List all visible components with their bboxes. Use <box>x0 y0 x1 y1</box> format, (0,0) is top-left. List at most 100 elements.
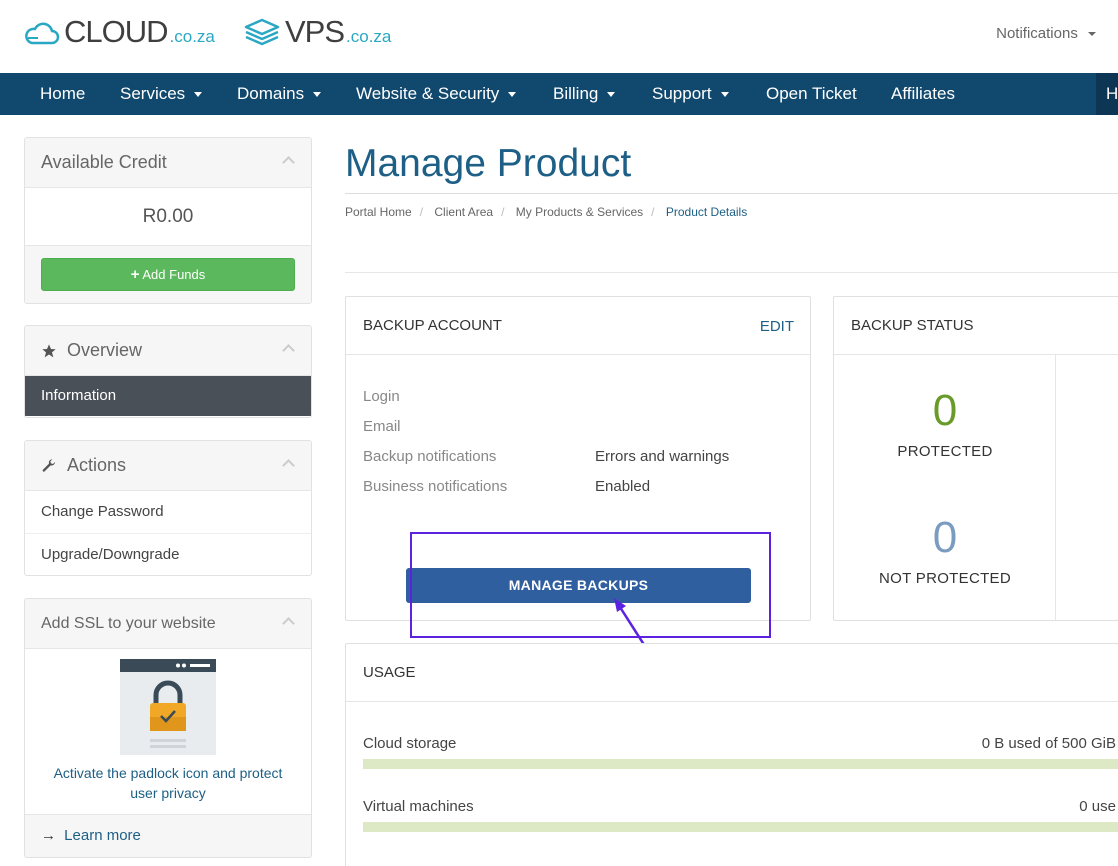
layers-icon <box>244 18 280 46</box>
nav-website-security[interactable]: Website & Security <box>356 73 517 115</box>
credit-panel-footer: + Add Funds <box>25 245 311 303</box>
breadcrumb-portal-home[interactable]: Portal Home <box>345 205 412 219</box>
not-protected-stat: 0 NOT PROTECTED <box>834 513 1056 588</box>
caret-down-icon <box>508 92 517 98</box>
nav-services[interactable]: Services <box>120 73 203 115</box>
ssl-panel-body: Activate the padlock icon and protect us… <box>25 649 311 814</box>
sidebar-item-information[interactable]: Information <box>25 376 311 416</box>
usage-title: USAGE <box>363 664 416 681</box>
cloud-storage-label: Cloud storage <box>363 735 457 752</box>
nav-home-label: Home <box>40 84 86 103</box>
credit-panel: Available Credit R0.00 + Add Funds <box>24 137 312 304</box>
actions-panel-header[interactable]: Actions <box>25 441 311 491</box>
notifications-dropdown[interactable]: Notifications <box>996 25 1096 42</box>
usage-header: USAGE <box>346 644 1118 702</box>
breadcrumb-client-area[interactable]: Client Area <box>434 205 493 219</box>
not-protected-count: 0 <box>932 513 958 562</box>
breadcrumb-products-services[interactable]: My Products & Services <box>516 205 643 219</box>
backup-account-header: BACKUP ACCOUNT EDIT <box>346 297 810 355</box>
learn-more-label: Learn more <box>64 827 141 844</box>
change-password-link[interactable]: Change Password <box>25 491 311 533</box>
overview-panel-header[interactable]: Overview <box>25 326 311 376</box>
backup-status-title: BACKUP STATUS <box>851 317 974 334</box>
edit-link[interactable]: EDIT <box>760 318 794 335</box>
star-icon <box>41 343 57 359</box>
breadcrumb-separator: / <box>501 205 505 219</box>
backup-account-title: BACKUP ACCOUNT <box>363 317 502 334</box>
nav-services-label: Services <box>120 84 186 103</box>
vps-brand-text: VPS <box>285 14 345 49</box>
protected-label: PROTECTED <box>897 443 993 460</box>
nav-open-ticket-label: Open Ticket <box>766 84 857 103</box>
chevron-up-icon[interactable] <box>282 459 295 472</box>
chevron-up-icon[interactable] <box>282 617 295 630</box>
content-divider <box>345 272 1118 273</box>
cloud-storage-value: 0 B used of 500 GiB <box>981 735 1116 752</box>
virtual-machines-value: 0 use <box>1079 798 1116 815</box>
not-protected-label: NOT PROTECTED <box>879 570 1011 587</box>
ssl-panel: Add SSL to your website Activate the pad… <box>24 598 312 858</box>
caret-down-icon <box>607 92 616 98</box>
nav-open-ticket[interactable]: Open Ticket <box>766 73 857 115</box>
caret-down-icon <box>194 92 203 98</box>
nav-support-label: Support <box>652 84 712 103</box>
backup-notifications-label: Backup notifications <box>363 448 497 465</box>
email-label: Email <box>363 418 401 435</box>
cloud-storage-progress <box>363 759 1118 769</box>
learn-more-link[interactable]: → Learn more <box>25 814 311 857</box>
vps-brand-tld: .co.za <box>346 27 392 46</box>
nav-billing-label: Billing <box>553 84 599 103</box>
status-divider <box>1055 355 1056 620</box>
nav-right-item-label: H <box>1106 84 1118 103</box>
breadcrumb: Portal Home / Client Area / My Products & … <box>345 205 747 219</box>
upgrade-downgrade-link[interactable]: Upgrade/Downgrade <box>25 533 311 575</box>
login-label: Login <box>363 388 400 405</box>
nav-domains[interactable]: Domains <box>237 73 322 115</box>
plus-icon: + <box>130 266 140 283</box>
overview-panel-title: Overview <box>67 340 143 360</box>
nav-website-security-label: Website & Security <box>356 84 500 103</box>
actions-panel-title: Actions <box>67 455 127 475</box>
caret-down-icon <box>720 92 729 98</box>
title-divider <box>345 193 1118 194</box>
add-funds-button[interactable]: + Add Funds <box>41 258 295 291</box>
overview-panel: Overview Information <box>24 325 312 418</box>
cloud-brand-tld: .co.za <box>169 27 215 46</box>
chevron-up-icon[interactable] <box>282 344 295 357</box>
backup-status-header: BACKUP STATUS <box>834 297 1118 355</box>
nav-right-item[interactable]: H <box>1096 73 1118 115</box>
cloud-brand-text: CLOUD <box>64 14 169 49</box>
actions-panel: Actions Change Password Upgrade/Downgrad… <box>24 440 312 576</box>
cloud-icon <box>25 22 60 45</box>
breadcrumb-product-details: Product Details <box>665 205 748 219</box>
ssl-panel-header[interactable]: Add SSL to your website <box>25 599 311 649</box>
business-notifications-label: Business notifications <box>363 478 508 495</box>
nav-support[interactable]: Support <box>652 73 729 115</box>
add-funds-label: Add Funds <box>142 267 206 282</box>
credit-panel-header[interactable]: Available Credit <box>25 138 311 188</box>
cloud-logo[interactable]: CLOUD .co.za <box>24 16 215 47</box>
nav-billing[interactable]: Billing <box>553 73 616 115</box>
breadcrumb-separator: / <box>651 205 655 219</box>
caret-down-icon <box>1088 32 1096 37</box>
main-navbar: Home Services Domains Website & Security… <box>0 73 1118 115</box>
credit-amount: R0.00 <box>142 206 194 227</box>
vps-logo[interactable]: VPS .co.za <box>243 16 391 47</box>
nav-affiliates[interactable]: Affiliates <box>891 73 955 115</box>
padlock-browser-illustration <box>120 659 216 755</box>
page-title: Manage Product <box>345 142 632 185</box>
business-notifications-value: Enabled <box>595 478 651 495</box>
protected-count: 0 <box>932 386 958 435</box>
nav-affiliates-label: Affiliates <box>891 84 955 103</box>
wrench-icon <box>41 458 57 474</box>
nav-home[interactable]: Home <box>40 73 85 115</box>
backup-status-card: BACKUP STATUS 0 PROTECTED 0 NOT PROTECTE… <box>833 296 1118 621</box>
notifications-label: Notifications <box>996 25 1078 42</box>
usage-card: USAGE Cloud storage 0 B used of 500 GiB … <box>345 643 1118 866</box>
highlight-annotation-box <box>410 532 771 638</box>
backup-notifications-value: Errors and warnings <box>595 448 730 465</box>
virtual-machines-progress <box>363 822 1118 832</box>
credit-panel-title: Available Credit <box>41 152 167 172</box>
chevron-up-icon[interactable] <box>282 156 295 169</box>
protected-stat: 0 PROTECTED <box>834 386 1056 461</box>
